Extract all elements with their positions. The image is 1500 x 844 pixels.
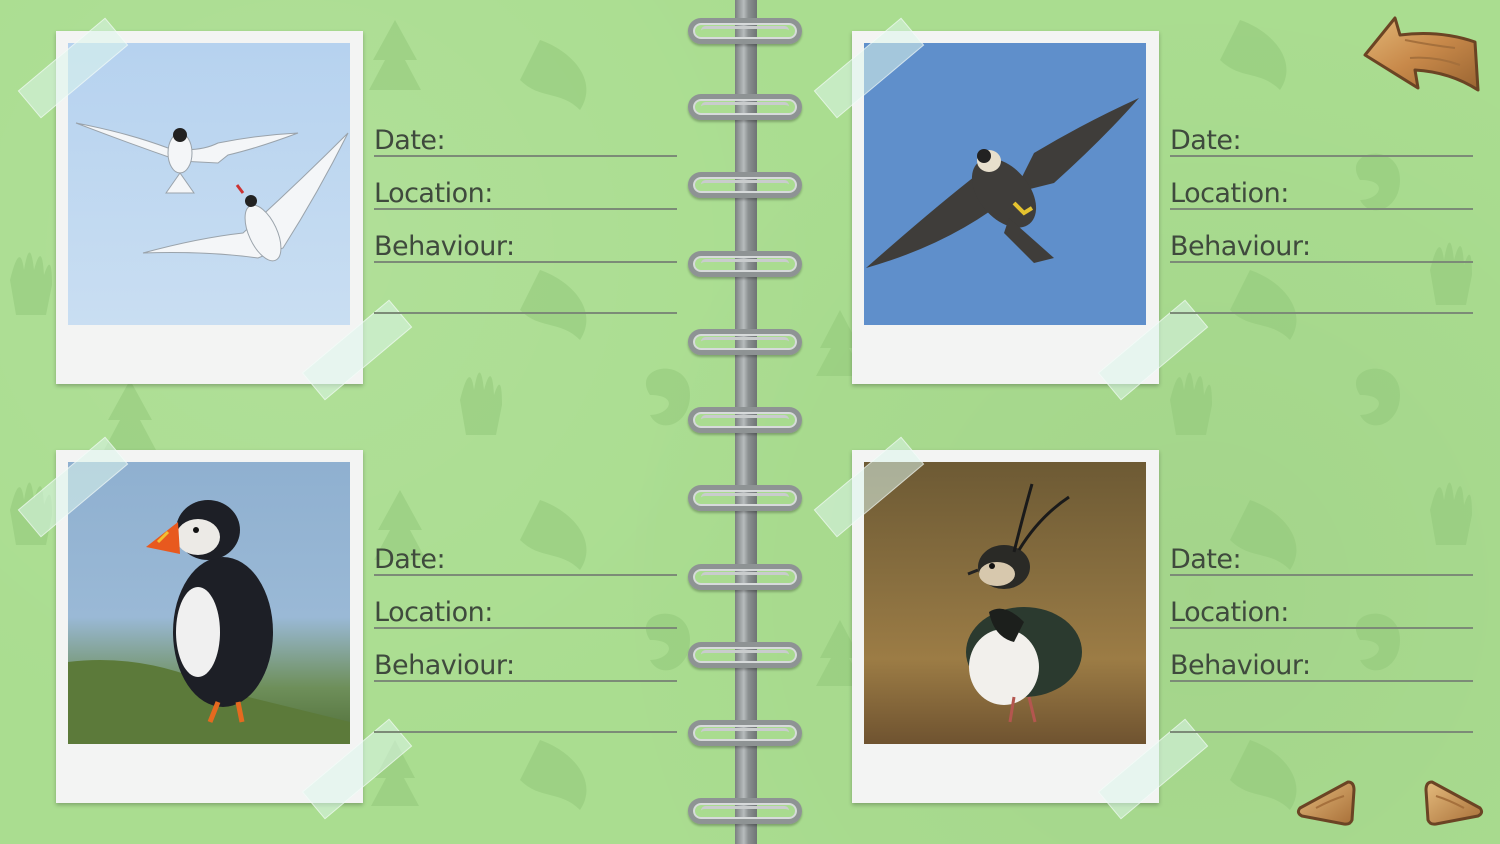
previous-button[interactable] — [1296, 778, 1358, 832]
right-arrow-icon — [1424, 780, 1484, 826]
behaviour-label: Behaviour: — [1170, 650, 1311, 681]
location-field[interactable]: Location: — [374, 576, 677, 629]
polaroid-peregrine-falcon — [852, 31, 1159, 384]
location-label: Location: — [374, 178, 493, 209]
next-button[interactable] — [1422, 778, 1484, 832]
behaviour-field[interactable]: Behaviour: — [374, 629, 677, 682]
date-label: Date: — [374, 544, 446, 575]
date-field[interactable]: Date: — [374, 104, 677, 157]
behaviour-extra-line[interactable] — [1170, 263, 1473, 314]
polaroid-arctic-terns — [56, 31, 363, 384]
puffin-photo — [68, 462, 350, 744]
behaviour-field[interactable]: Behaviour: — [1170, 210, 1473, 263]
location-label: Location: — [1170, 597, 1289, 628]
behaviour-extra-line[interactable] — [374, 263, 677, 314]
entry-form-puffin: Date: Location: Behaviour: — [374, 523, 677, 733]
location-field[interactable]: Location: — [374, 157, 677, 210]
date-field[interactable]: Date: — [1170, 523, 1473, 576]
date-label: Date: — [1170, 544, 1242, 575]
peregrine-falcon-photo — [864, 43, 1146, 325]
date-field[interactable]: Date: — [1170, 104, 1473, 157]
entry-form-arctic-terns: Date: Location: Behaviour: — [374, 104, 677, 314]
behaviour-field[interactable]: Behaviour: — [1170, 629, 1473, 682]
left-arrow-icon — [1296, 780, 1356, 826]
polaroid-puffin — [56, 450, 363, 803]
location-label: Location: — [374, 597, 493, 628]
date-label: Date: — [374, 125, 446, 156]
back-button[interactable] — [1360, 10, 1485, 109]
behaviour-label: Behaviour: — [374, 650, 515, 681]
location-field[interactable]: Location: — [1170, 576, 1473, 629]
location-field[interactable]: Location: — [1170, 157, 1473, 210]
entry-form-peregrine-falcon: Date: Location: Behaviour: — [1170, 104, 1473, 314]
behaviour-label: Behaviour: — [1170, 231, 1311, 262]
location-label: Location: — [1170, 178, 1289, 209]
polaroid-lapwing — [852, 450, 1159, 803]
entry-form-lapwing: Date: Location: Behaviour: — [1170, 523, 1473, 733]
date-field[interactable]: Date: — [374, 523, 677, 576]
curved-back-arrow-icon — [1363, 16, 1480, 92]
behaviour-extra-line[interactable] — [1170, 682, 1473, 733]
behaviour-label: Behaviour: — [374, 231, 515, 262]
arctic-terns-photo — [68, 43, 350, 325]
behaviour-extra-line[interactable] — [374, 682, 677, 733]
lapwing-photo — [864, 462, 1146, 744]
date-label: Date: — [1170, 125, 1242, 156]
behaviour-field[interactable]: Behaviour: — [374, 210, 677, 263]
